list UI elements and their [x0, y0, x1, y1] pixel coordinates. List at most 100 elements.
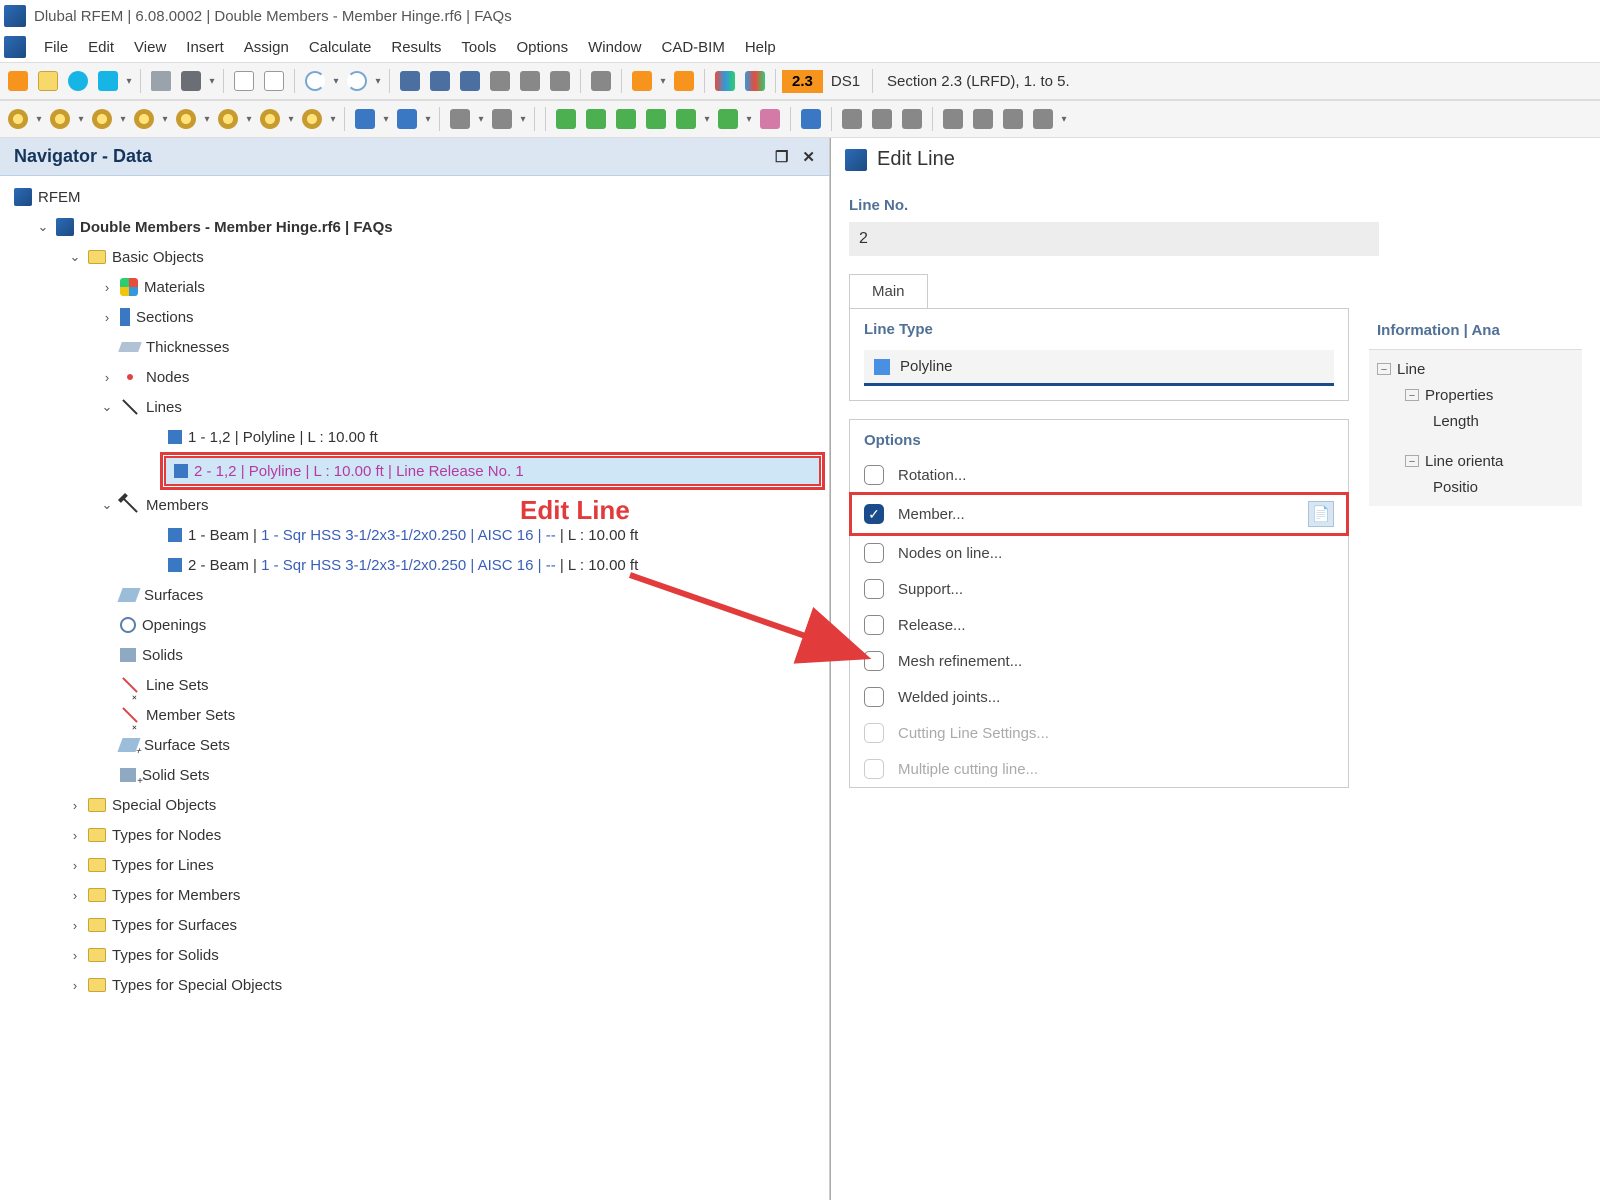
tree-members[interactable]: ⌄ Members	[10, 490, 825, 520]
tool-box-1[interactable]	[351, 105, 379, 133]
chevron-right-icon[interactable]: ›	[68, 918, 82, 933]
checkbox-release[interactable]	[864, 615, 884, 635]
redo-button[interactable]	[343, 67, 371, 95]
tree-basic-objects[interactable]: ⌄ Basic Objects	[10, 242, 825, 272]
undo-button[interactable]	[301, 67, 329, 95]
info-line[interactable]: −Line	[1377, 356, 1574, 382]
tool-star-4[interactable]	[130, 105, 158, 133]
table3-button[interactable]	[456, 67, 484, 95]
chevron-down-icon[interactable]: ⌄	[100, 497, 114, 513]
tab-main[interactable]: Main	[849, 274, 928, 308]
section-selector[interactable]: Section 2.3 (LRFD), 1. to 5.	[879, 73, 1078, 90]
tool-star-1[interactable]	[4, 105, 32, 133]
tree-tsurfaces[interactable]: › Types for Surfaces	[10, 910, 825, 940]
menu-cadbim[interactable]: CAD-BIM	[652, 35, 735, 60]
tree-openings[interactable]: › Openings	[10, 610, 825, 640]
print-button[interactable]	[177, 67, 205, 95]
option-release[interactable]: Release...	[850, 607, 1348, 643]
menu-window[interactable]: Window	[578, 35, 651, 60]
chevron-right-icon[interactable]: ›	[68, 948, 82, 963]
checkbox-meshref[interactable]	[864, 651, 884, 671]
table2-button[interactable]	[426, 67, 454, 95]
tool-star-6[interactable]	[214, 105, 242, 133]
dropdown-icon[interactable]: ▾	[124, 67, 134, 95]
arrow2-button[interactable]	[670, 67, 698, 95]
tree-nodes[interactable]: › Nodes	[10, 362, 825, 392]
menu-options[interactable]: Options	[506, 35, 578, 60]
filter-button[interactable]	[797, 105, 825, 133]
doc2-button[interactable]	[260, 67, 288, 95]
tree-root[interactable]: RFEM	[10, 182, 825, 212]
menu-view[interactable]: View	[124, 35, 176, 60]
tool-star-3[interactable]	[88, 105, 116, 133]
dropdown-icon[interactable]: ▾	[207, 67, 217, 95]
arrow1-button[interactable]	[628, 67, 656, 95]
tree-line-2-selected[interactable]: 2 - 1,2 | Polyline | L : 10.00 ft | Line…	[164, 456, 821, 486]
table1-button[interactable]	[396, 67, 424, 95]
chevron-right-icon[interactable]: ›	[68, 858, 82, 873]
new-button[interactable]	[4, 67, 32, 95]
dropdown-icon[interactable]: ▾	[331, 67, 341, 95]
tree-surfacesets[interactable]: › Surface Sets	[10, 730, 825, 760]
load-tool-2[interactable]	[582, 105, 610, 133]
sc-button[interactable]	[516, 67, 544, 95]
chevron-right-icon[interactable]: ›	[68, 888, 82, 903]
menu-edit[interactable]: Edit	[78, 35, 124, 60]
tree-materials[interactable]: › Materials	[10, 272, 825, 302]
script-button[interactable]	[486, 67, 514, 95]
view-tool-2[interactable]	[868, 105, 896, 133]
tree-tmembers[interactable]: › Types for Members	[10, 880, 825, 910]
support-button[interactable]	[587, 67, 615, 95]
checkbox-member[interactable]: ✓	[864, 504, 884, 524]
chevron-down-icon[interactable]: ⌄	[36, 219, 50, 235]
line-no-input[interactable]	[849, 222, 1379, 256]
chevron-down-icon[interactable]: ⌄	[100, 399, 114, 415]
info-length[interactable]: Length	[1377, 408, 1574, 434]
tree-tlines[interactable]: › Types for Lines	[10, 850, 825, 880]
view-tool-7[interactable]	[1029, 105, 1057, 133]
info-props[interactable]: −Properties	[1377, 382, 1574, 408]
color2-button[interactable]	[741, 67, 769, 95]
view-tool-4[interactable]	[939, 105, 967, 133]
tree-tsolids[interactable]: › Types for Solids	[10, 940, 825, 970]
tree-linesets[interactable]: › Line Sets	[10, 670, 825, 700]
loadcase-badge[interactable]: 2.3	[782, 70, 823, 93]
view-tool-6[interactable]	[999, 105, 1027, 133]
checkbox-nodesonline[interactable]	[864, 543, 884, 563]
tree-model[interactable]: ⌄ Double Members - Member Hinge.rf6 | FA…	[10, 212, 825, 242]
menu-file[interactable]: File	[34, 35, 78, 60]
load-tool-6[interactable]	[714, 105, 742, 133]
ds-label[interactable]: DS1	[825, 73, 866, 90]
tree-member-2[interactable]: 2 - Beam | 1 - Sqr HSS 3-1/2x3-1/2x0.250…	[10, 550, 825, 580]
tool-star-5[interactable]	[172, 105, 200, 133]
checkbox-support[interactable]	[864, 579, 884, 599]
menu-assign[interactable]: Assign	[234, 35, 299, 60]
chevron-right-icon[interactable]: ›	[68, 798, 82, 813]
open-button[interactable]	[34, 67, 62, 95]
member-edit-icon[interactable]: 📄	[1308, 501, 1334, 527]
chevron-down-icon[interactable]: ⌄	[68, 249, 82, 265]
option-nodesonline[interactable]: Nodes on line...	[850, 535, 1348, 571]
load-tool-4[interactable]	[642, 105, 670, 133]
tree-thicknesses[interactable]: › Thicknesses	[10, 332, 825, 362]
tree-tnodes[interactable]: › Types for Nodes	[10, 820, 825, 850]
save-button[interactable]	[147, 67, 175, 95]
info-orient[interactable]: −Line orienta	[1377, 448, 1574, 474]
load-tool-7[interactable]	[756, 105, 784, 133]
cloud-button[interactable]	[64, 67, 92, 95]
option-rotation[interactable]: Rotation...	[850, 457, 1348, 493]
chevron-right-icon[interactable]: ›	[68, 978, 82, 993]
doc-button[interactable]	[230, 67, 258, 95]
tree-lines[interactable]: ⌄ Lines	[10, 392, 825, 422]
checkbox-welded[interactable]	[864, 687, 884, 707]
view-tool-1[interactable]	[838, 105, 866, 133]
checkbox-rotation[interactable]	[864, 465, 884, 485]
info-position[interactable]: Positio	[1377, 474, 1574, 500]
chevron-right-icon[interactable]: ›	[100, 370, 114, 385]
load-tool-3[interactable]	[612, 105, 640, 133]
dropdown-icon[interactable]: ▾	[658, 67, 668, 95]
tool-gray-2[interactable]	[488, 105, 516, 133]
menu-help[interactable]: Help	[735, 35, 786, 60]
option-support[interactable]: Support...	[850, 571, 1348, 607]
close-icon[interactable]: ✕	[802, 148, 815, 166]
